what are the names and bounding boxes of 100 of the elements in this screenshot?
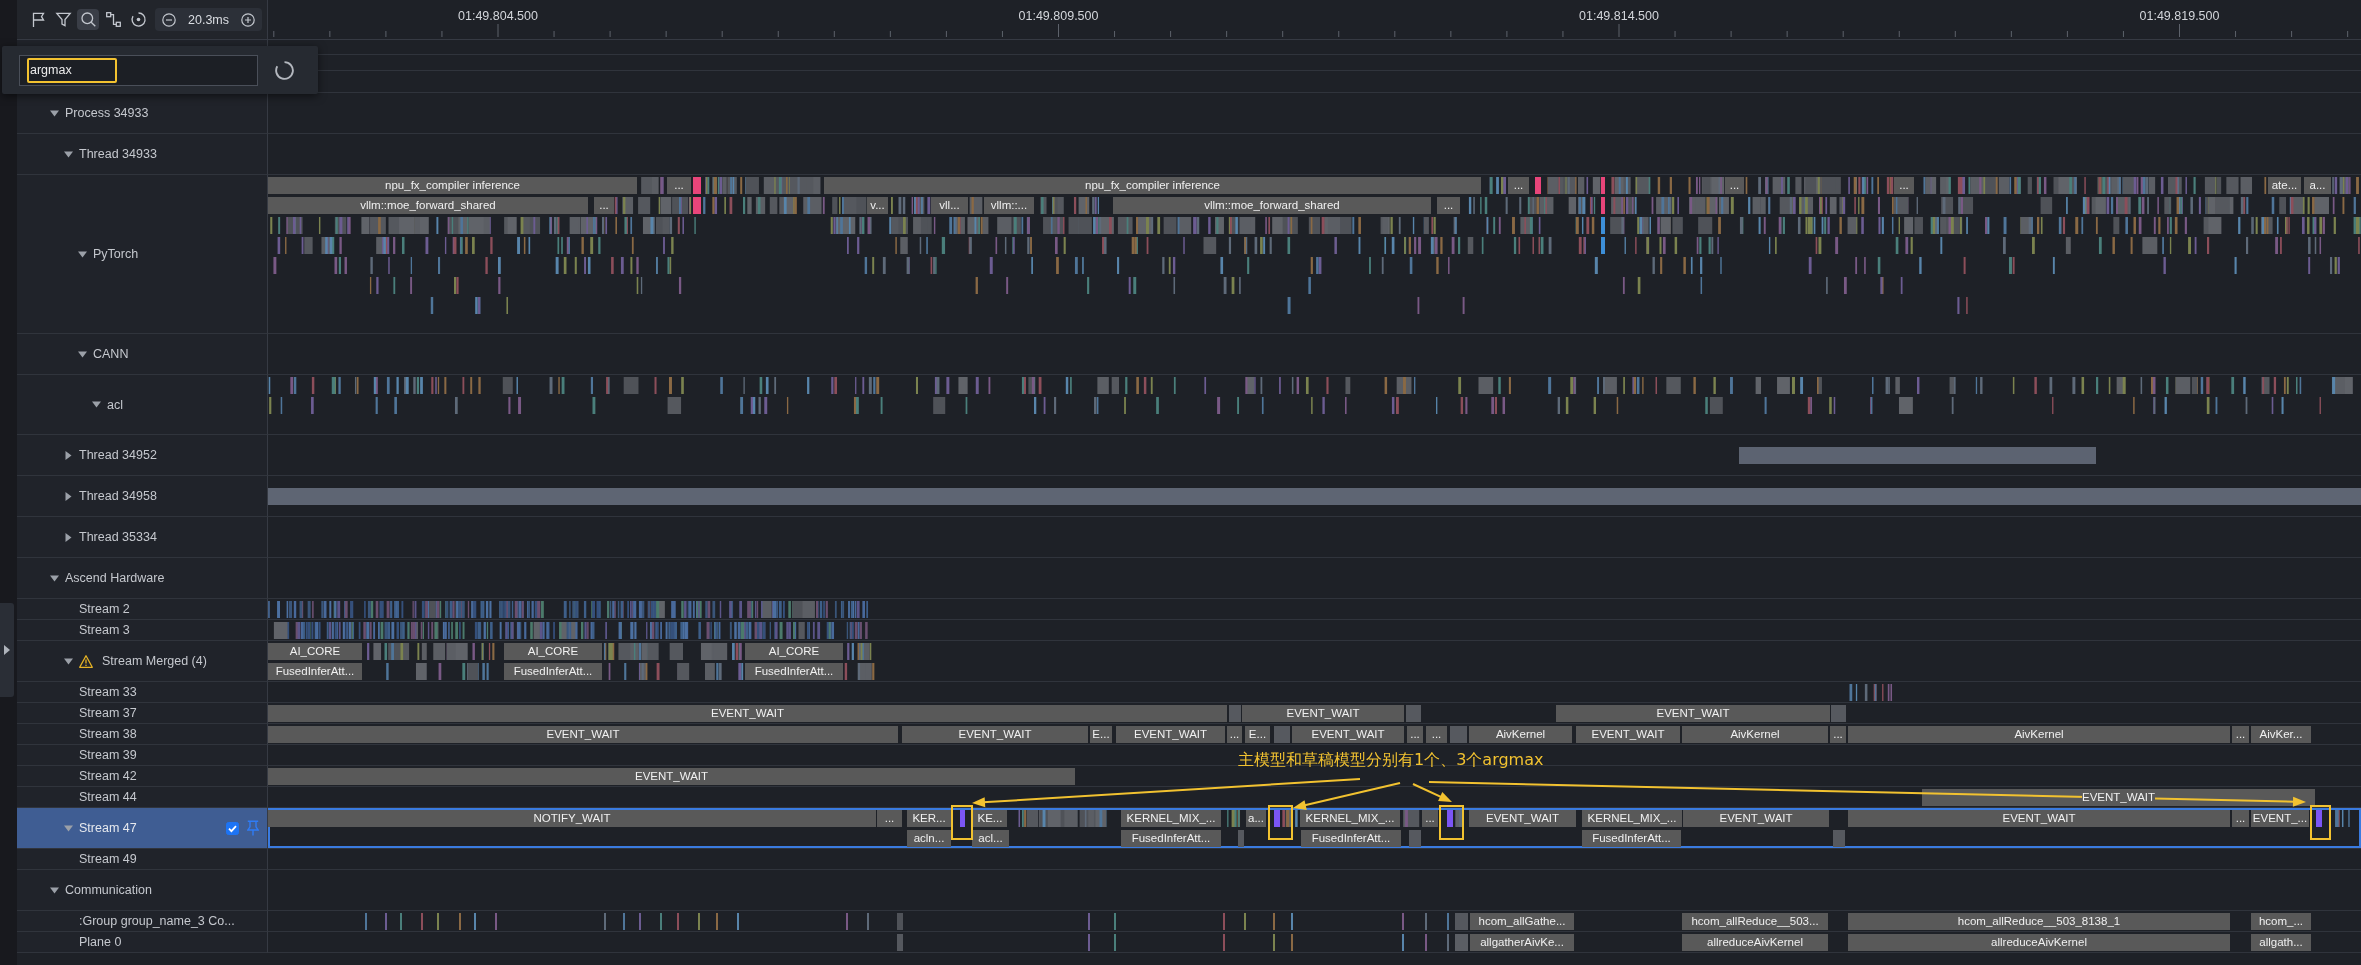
argmax-slice[interactable] — [960, 810, 965, 827]
trace-slice[interactable]: vllm::moe_forward_shared — [1113, 197, 1431, 214]
trace-slice[interactable] — [1406, 705, 1421, 722]
trace-slice[interactable]: FusedInferAtt... — [1121, 830, 1221, 847]
trace-slice[interactable]: npu_fx_compiler inference — [268, 177, 637, 194]
trace-slice[interactable]: hcom_allReduce__503... — [1682, 913, 1828, 930]
trace-slice[interactable]: KERNEL_MIX_... — [1121, 810, 1221, 827]
tree-row[interactable]: Stream Merged (4) — [17, 641, 268, 682]
trace-slice[interactable]: EVENT_WAIT — [1683, 810, 1829, 827]
trace-slice[interactable]: EVENT_WAIT — [268, 705, 1227, 722]
trace-slice[interactable]: ... — [1407, 726, 1423, 743]
caret-down-icon[interactable] — [78, 349, 87, 359]
trace-slice[interactable]: E... — [1245, 726, 1270, 743]
trace-slice[interactable]: EVENT_... — [2251, 810, 2309, 827]
trace-slice[interactable]: FusedInferAtt... — [1582, 830, 1681, 847]
trace-slice[interactable]: ... — [1437, 197, 1460, 214]
trace-slice[interactable] — [1601, 237, 1605, 254]
caret-down-icon[interactable] — [92, 400, 101, 409]
trace-slice[interactable]: FusedInferAtt... — [504, 663, 602, 680]
argmax-slice[interactable] — [1274, 810, 1280, 827]
trace-slice[interactable] — [1229, 705, 1241, 722]
trace-slice[interactable]: FusedInferAtt... — [268, 663, 362, 680]
trace-slice[interactable]: allreduceAivKernel — [1848, 934, 2230, 951]
trace-slice[interactable]: ... — [1422, 810, 1438, 827]
trace-slice[interactable]: EVENT_WAIT — [1116, 726, 1225, 743]
trace-slice[interactable]: ... — [2232, 726, 2249, 743]
trace-slice[interactable]: EVENT_WAIT — [1848, 810, 2230, 827]
panel-toggle-button[interactable] — [0, 603, 14, 697]
caret-right-icon[interactable] — [64, 450, 73, 460]
trace-slice[interactable]: acl... — [972, 830, 1009, 847]
trace-slice[interactable]: EVENT_WAIT — [1292, 726, 1404, 743]
trace-slice[interactable]: FusedInferAtt... — [1301, 830, 1401, 847]
pin-icon[interactable] — [247, 820, 259, 836]
tree-row[interactable]: Stream 2 — [17, 599, 268, 620]
trace-slice[interactable]: ... — [1508, 177, 1529, 194]
tree-row[interactable]: PyTorch — [17, 175, 268, 334]
tree-row[interactable]: :Group group_name_3 Co... — [17, 911, 268, 932]
trace-slice[interactable]: vllm::... — [984, 197, 1034, 214]
tree-row[interactable]: Stream 44 — [17, 787, 268, 808]
trace-slice[interactable]: EVENT_WAIT — [268, 768, 1075, 785]
trace-slice[interactable] — [1274, 726, 1290, 743]
trace-slice[interactable]: AivKer... — [2251, 726, 2311, 743]
trace-slice[interactable]: ... — [667, 177, 691, 194]
trace-slice[interactable]: EVENT_WAIT — [1922, 789, 2315, 806]
argmax-slice[interactable] — [1447, 810, 1453, 827]
trace-slice[interactable]: ... — [877, 810, 902, 827]
checkbox[interactable] — [226, 821, 239, 835]
trace-slice[interactable]: vllm::moe_forward_shared — [268, 197, 588, 214]
trace-slice[interactable] — [1409, 830, 1421, 847]
trace-slice[interactable] — [1535, 177, 1541, 194]
search-button[interactable] — [77, 9, 99, 30]
tree-row[interactable]: Stream 49 — [17, 849, 268, 870]
argmax-slice[interactable] — [2316, 810, 2322, 827]
tree-row[interactable]: CANN — [17, 334, 268, 375]
tree-row[interactable]: Thread 34952 — [17, 435, 268, 476]
trace-slice[interactable]: EVENT_WAIT — [1556, 705, 1830, 722]
trace-slice[interactable] — [693, 177, 701, 194]
trace-slice[interactable]: acln... — [907, 830, 951, 847]
trace-slice[interactable]: NOTIFY_WAIT — [268, 810, 876, 827]
trace-slice[interactable]: EVENT_WAIT — [268, 726, 898, 743]
trace-slice[interactable]: AivKernel — [1682, 726, 1828, 743]
trace-slice[interactable]: AI_CORE — [504, 643, 602, 660]
trace-slice[interactable]: KERNEL_MIX_... — [1300, 810, 1400, 827]
tree-row[interactable]: Plane 0 — [17, 932, 268, 953]
trace-slice[interactable] — [1238, 830, 1244, 847]
trace-slice[interactable]: allgath... — [2251, 934, 2311, 951]
trace-slice[interactable]: ate... — [2268, 177, 2301, 194]
caret-down-icon[interactable] — [50, 108, 59, 118]
tree-row[interactable]: acl — [17, 375, 268, 435]
trace-slice[interactable]: ... — [1426, 726, 1447, 743]
trace-slice[interactable]: E... — [1090, 726, 1112, 743]
tree-row[interactable]: Thread 34933 — [17, 134, 268, 175]
caret-down-icon[interactable] — [78, 249, 87, 259]
trace-slice[interactable] — [1450, 726, 1467, 743]
trace-slice[interactable] — [1601, 197, 1605, 214]
zoom-in-icon[interactable] — [241, 12, 255, 27]
caret-down-icon[interactable] — [50, 885, 59, 895]
trace-slice[interactable]: KERNEL_MIX_... — [1582, 810, 1682, 827]
trace-slice[interactable] — [693, 197, 701, 214]
trace-slice[interactable]: a... — [1246, 810, 1266, 827]
trace-slice[interactable]: KE... — [973, 810, 1007, 827]
caret-down-icon[interactable] — [50, 573, 59, 583]
tree-row[interactable]: Stream 47 — [17, 808, 268, 849]
trace-slice[interactable]: hcom_allGathe... — [1470, 913, 1574, 930]
trace-slice[interactable]: AI_CORE — [745, 643, 843, 660]
trace-slice[interactable]: v... — [867, 197, 888, 214]
trace-slice[interactable]: ... — [1227, 726, 1242, 743]
trace-slice[interactable]: ... — [1830, 726, 1846, 743]
tree-row[interactable]: Stream 38 — [17, 724, 268, 745]
trace-slice[interactable]: allgatherAivKe... — [1470, 934, 1574, 951]
trace-slice[interactable]: AI_CORE — [268, 643, 362, 660]
trace-slice[interactable] — [268, 488, 2361, 505]
trace-slice[interactable]: a... — [2304, 177, 2331, 194]
trace-slice[interactable]: ... — [1725, 177, 1744, 194]
search-field[interactable]: argmax — [19, 54, 258, 86]
tree-row[interactable]: Communication — [17, 870, 268, 911]
trace-slice[interactable]: KER... — [907, 810, 951, 827]
trace-slice[interactable] — [1833, 830, 1845, 847]
tree-row[interactable]: Stream 37 — [17, 703, 268, 724]
tree-row[interactable]: Thread 35334 — [17, 517, 268, 558]
